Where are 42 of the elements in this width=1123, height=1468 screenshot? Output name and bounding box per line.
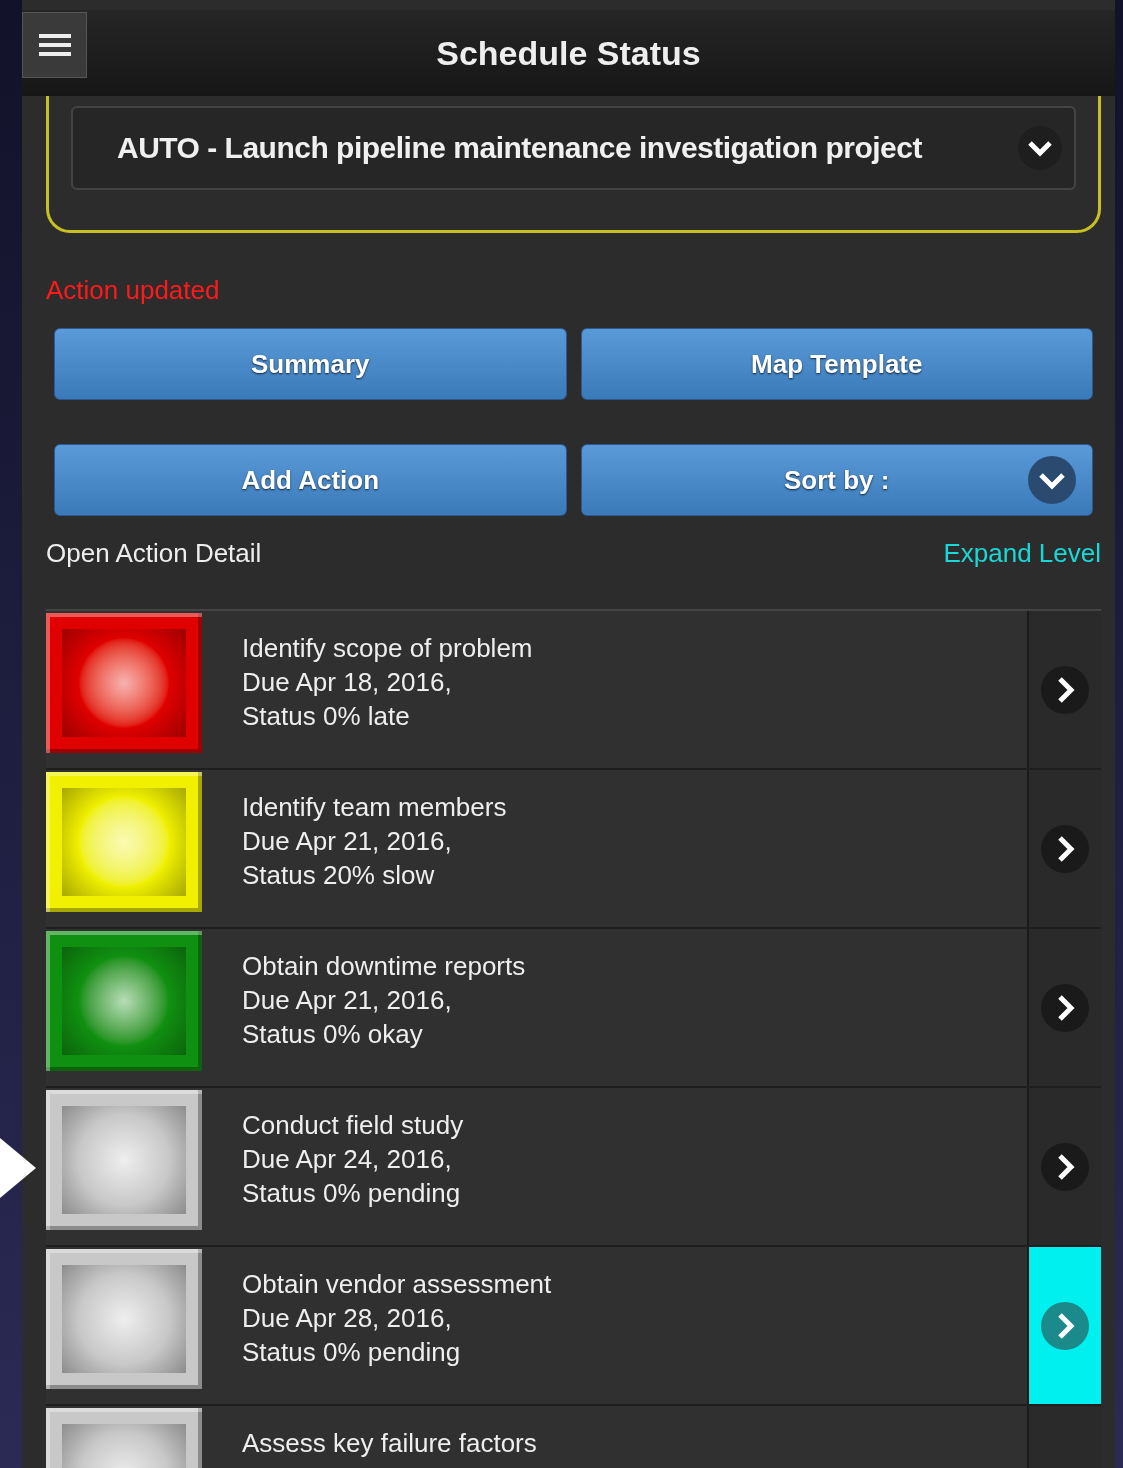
chevron-down-icon (1018, 126, 1062, 170)
action-row[interactable]: Assess key failure factors (46, 1406, 1101, 1468)
action-row[interactable]: Identify team members Due Apr 21, 2016, Status 20% slow (46, 770, 1101, 929)
action-title: Assess key failure factors (242, 1427, 538, 1460)
due-date: Due Apr 21, 2016, (242, 825, 453, 858)
status-message: Action updated (46, 275, 221, 306)
action-row[interactable]: Obtain downtime reports Due Apr 21, 2016, Status 0% okay (46, 929, 1101, 1088)
open-action-button[interactable] (1027, 1247, 1101, 1404)
action-status: Status 0% pending (242, 1177, 462, 1210)
action-row[interactable]: Obtain vendor assessment Due Apr 28, 2016, Status 0% pending (46, 1247, 1101, 1406)
action-title: Conduct field study (242, 1109, 465, 1142)
menu-button[interactable] (22, 12, 87, 78)
project-select[interactable]: AUTO - Launch pipeline maintenance investigation project (71, 106, 1076, 190)
menu-icon (38, 33, 71, 57)
action-button[interactable]: Map Template (580, 328, 1093, 400)
sort-dropdown[interactable]: Sort by : (580, 444, 1093, 516)
chevron-right-icon (1041, 824, 1089, 873)
expand-level-link[interactable]: Expand Level (943, 538, 1101, 569)
section-title: Open Action Detail (46, 538, 262, 569)
action-title: Obtain vendor assessment (242, 1268, 553, 1301)
action-button[interactable]: Summary (54, 328, 567, 400)
action-button[interactable]: Add Action (54, 444, 567, 516)
action-title: Obtain downtime reports (242, 950, 527, 983)
due-date: Due Apr 24, 2016, (242, 1143, 453, 1176)
chevron-right-icon (1041, 1142, 1089, 1191)
action-row[interactable]: Identify scope of problem Due Apr 18, 2016, Status 0% late (46, 611, 1101, 770)
chevron-right-icon (1041, 665, 1089, 714)
chevron-right-icon (1041, 983, 1089, 1032)
action-status: Status 20% slow (242, 859, 436, 892)
screen-title: Schedule Status (436, 33, 701, 73)
chevron-down-icon (1028, 456, 1076, 504)
action-row[interactable]: Conduct field study Due Apr 24, 2016, Status 0% pending (46, 1088, 1101, 1247)
pointer-arrow-icon (0, 1138, 36, 1198)
action-status: Status 0% okay (242, 1018, 424, 1051)
chevron-right-icon (1041, 1301, 1089, 1350)
due-date: Due Apr 28, 2016, (242, 1302, 453, 1335)
action-title: Identify scope of problem (242, 632, 534, 665)
action-status: Status 0% pending (242, 1336, 462, 1369)
action-status: Status 0% late (242, 700, 411, 733)
action-title: Identify team members (242, 791, 508, 824)
due-date: Due Apr 21, 2016, (242, 984, 453, 1017)
due-date: Due Apr 18, 2016, (242, 666, 453, 699)
